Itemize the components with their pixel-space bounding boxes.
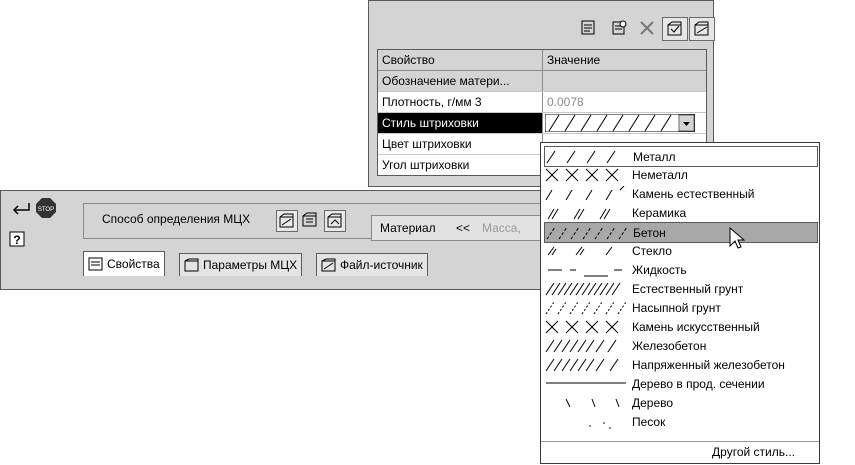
hatch-option[interactable]: Песок: [544, 412, 816, 431]
nonmetal-hatch-icon: [545, 168, 619, 182]
stop-icon[interactable]: STOP: [35, 197, 57, 219]
mass-label: Масса,: [482, 221, 521, 235]
enter-icon[interactable]: [9, 199, 33, 217]
hatch-option[interactable]: Дерево: [544, 393, 816, 412]
tab-label: Свойства: [107, 257, 160, 271]
wood-hatch-icon: [565, 398, 620, 408]
hatch-option-label: Бетон: [633, 225, 666, 240]
source-file-icon[interactable]: [689, 17, 715, 41]
svg-text:STOP: STOP: [38, 207, 54, 213]
svg-text:?: ?: [13, 233, 20, 247]
tab-label: Файл-источник: [340, 258, 423, 272]
mch-calculate-icon[interactable]: [276, 210, 298, 232]
table-row[interactable]: Плотность, г/мм 3 0.0078: [378, 92, 706, 113]
hatch-option-label: Неметалл: [632, 167, 688, 182]
hatch-option-label: Камень искусственный: [632, 319, 760, 334]
hatch-option-label: Естественный грунт: [632, 281, 744, 296]
mouse-cursor-icon: [729, 226, 746, 254]
artificial-stone-hatch-icon: [545, 320, 619, 334]
sand-hatch-icon: [589, 422, 611, 429]
reinforced-concrete-hatch-icon: [545, 339, 617, 353]
hatch-option-label: Керамика: [632, 205, 687, 220]
hatch-option[interactable]: Камень искусственный: [544, 317, 816, 336]
hatch-option[interactable]: Керамика: [544, 203, 816, 222]
material-collapse-button[interactable]: <<: [456, 221, 470, 235]
tab-mch-parameters[interactable]: Параметры МЦХ: [179, 253, 303, 276]
other-style-option[interactable]: Другой стиль...: [541, 441, 819, 461]
tab-source-file[interactable]: Файл-источник: [316, 253, 428, 276]
table-row[interactable]: Обозначение матери...: [378, 71, 706, 92]
hatch-option[interactable]: Неметалл: [544, 165, 816, 184]
hatch-option-label: Дерево: [632, 395, 674, 410]
mch-method-label: Способ определения МЦХ: [102, 212, 251, 226]
ceramic-hatch-icon: [547, 208, 611, 220]
material-field[interactable]: Материал << Масса,: [371, 215, 546, 241]
property-name: Угол штриховки: [378, 155, 543, 175]
source-file-tab-icon: [321, 258, 336, 272]
hatch-option[interactable]: Дерево в прод. сечении: [544, 374, 816, 393]
hatch-option[interactable]: Стекло: [544, 241, 816, 260]
table-header: Свойство Значение: [378, 50, 706, 71]
hatch-option-label: Камень естественный: [632, 186, 755, 201]
natural-stone-hatch-icon: [545, 186, 625, 201]
hatch-option[interactable]: Насыпной грунт: [544, 298, 816, 317]
hatch-option[interactable]: Жидкость: [544, 260, 816, 279]
mch-parameters-tab-icon: [184, 258, 199, 272]
mch-parameters-icon[interactable]: [300, 210, 320, 230]
glass-hatch-icon: [547, 246, 613, 256]
hatch-style-combobox[interactable]: [543, 113, 706, 133]
hatch-option[interactable]: Естественный грунт: [544, 279, 816, 298]
hatch-option[interactable]: Металл: [544, 146, 818, 167]
hatch-option-label: Насыпной грунт: [632, 300, 721, 315]
property-value[interactable]: 0.0078: [543, 92, 706, 112]
bottom-panel: STOP ? Способ определения МЦХ Материал <…: [0, 190, 546, 290]
properties-toolbar: [369, 1, 715, 45]
hatch-option[interactable]: Напряженный железобетон: [544, 355, 816, 374]
property-name: Стиль штриховки: [378, 113, 543, 133]
tab-properties[interactable]: Свойства: [83, 251, 165, 276]
material-label: Материал: [380, 221, 436, 235]
property-name: Плотность, г/мм 3: [378, 92, 543, 112]
prestressed-concrete-hatch-icon: [545, 358, 619, 372]
header-property: Свойство: [378, 50, 543, 70]
properties-tab-icon: [88, 257, 103, 271]
hatch-option-label: Жидкость: [632, 262, 687, 277]
close-icon[interactable]: [635, 17, 659, 39]
hatch-option-label: Металл: [633, 149, 676, 164]
concrete-hatch-icon: [546, 226, 628, 240]
liquid-hatch-icon: [548, 269, 622, 277]
bulk-soil-hatch-icon: [545, 301, 627, 315]
wood-long-hatch-icon: [546, 382, 626, 384]
hatch-preview-icon: [545, 114, 695, 132]
hatch-option[interactable]: Камень естественный: [544, 184, 816, 203]
hatch-option-label: Стекло: [632, 243, 672, 258]
hatch-option-label: Песок: [632, 414, 666, 429]
natural-soil-hatch-icon: [545, 282, 621, 296]
header-value: Значение: [547, 53, 601, 67]
help-icon[interactable]: ?: [9, 231, 27, 249]
property-value[interactable]: [543, 71, 706, 91]
metal-hatch-icon: [546, 150, 616, 164]
parameters-icon[interactable]: [607, 17, 631, 39]
hatch-option-label: Железобетон: [632, 338, 707, 353]
property-name: Обозначение матери...: [378, 71, 543, 91]
hatch-option-label: Напряженный железобетон: [632, 357, 785, 372]
properties-icon[interactable]: [577, 17, 601, 39]
mch-source-icon[interactable]: [324, 210, 346, 232]
table-row[interactable]: Стиль штриховки: [378, 113, 706, 134]
hatch-option[interactable]: Железобетон: [544, 336, 816, 355]
tab-label: Параметры МЦХ: [203, 258, 298, 272]
mch-icon[interactable]: [662, 17, 688, 41]
hatch-style-dropdown[interactable]: Металл Неметалл Камень естественный Керамик…: [540, 142, 820, 464]
hatch-option-label: Дерево в прод. сечении: [632, 376, 765, 391]
property-name: Цвет штриховки: [378, 134, 543, 154]
hatch-option[interactable]: Бетон: [544, 222, 818, 243]
